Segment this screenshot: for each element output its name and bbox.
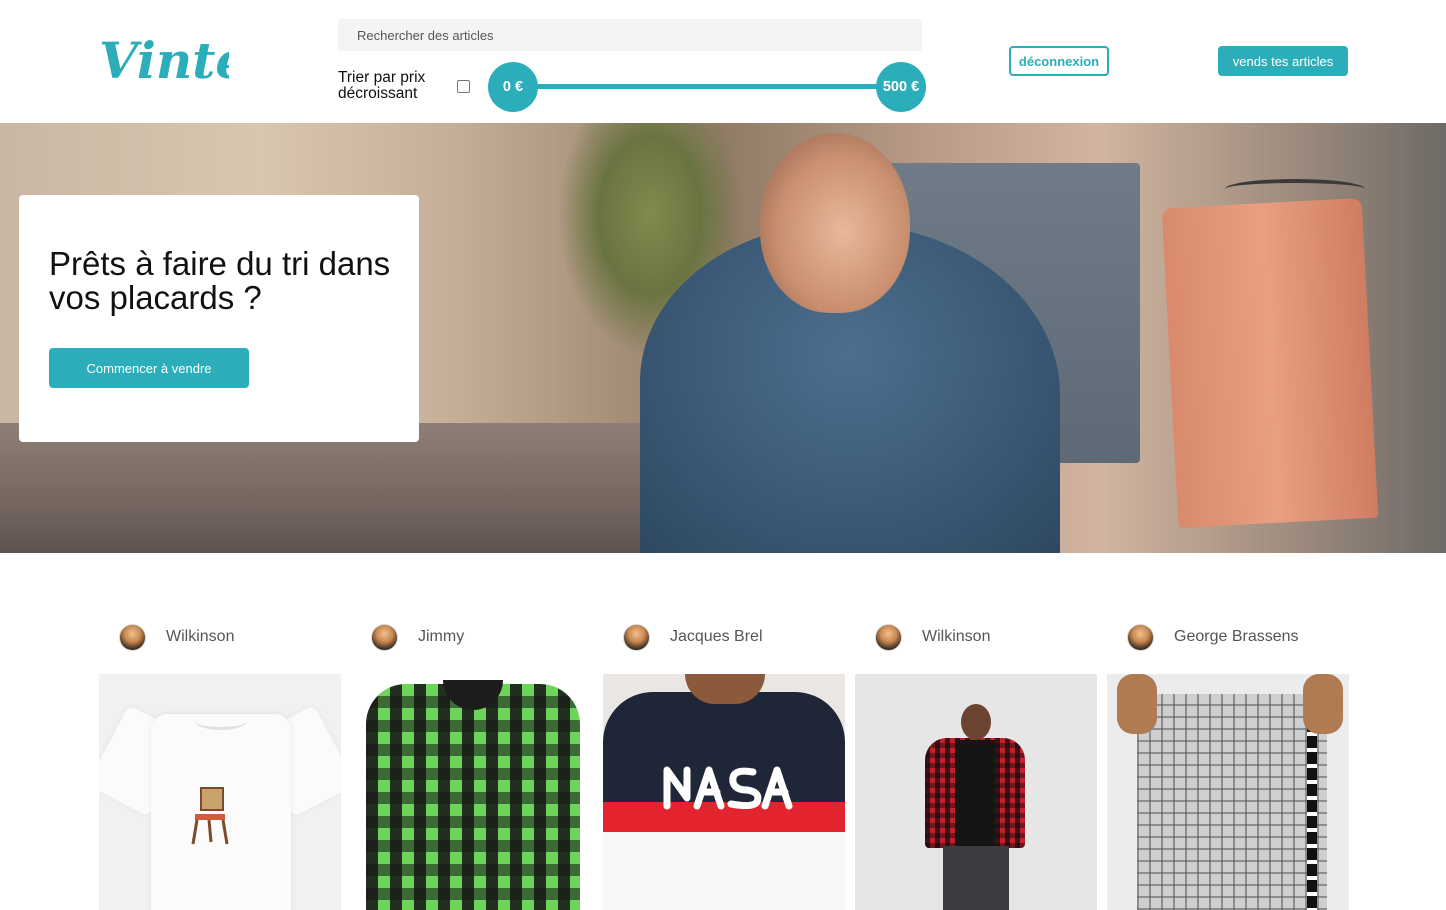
seller-info[interactable]: Jimmy — [371, 623, 464, 651]
seller-name[interactable]: Jimmy — [418, 628, 464, 646]
product-grid: Wilkinson Jimmy Jacques Brel Wilkinson G… — [99, 620, 1351, 910]
hero-banner: Prêts à faire du tri dans vos placards ?… — [0, 123, 1446, 553]
seller-info[interactable]: Wilkinson — [875, 623, 990, 651]
product-card[interactable]: Jimmy — [351, 620, 593, 910]
nasa-logo — [663, 766, 793, 810]
hand-left — [1117, 674, 1157, 734]
logo-text: Vinted — [99, 31, 229, 90]
hero-photo-hanger — [1225, 179, 1365, 199]
avatar[interactable] — [371, 623, 398, 651]
price-min-handle[interactable]: 0 € — [488, 62, 538, 112]
model-head — [961, 704, 991, 740]
hero-photo-head — [760, 133, 910, 313]
model-jeans — [943, 846, 1009, 910]
model-tee — [955, 740, 995, 850]
search-input[interactable] — [338, 19, 922, 51]
hand-right — [1303, 674, 1343, 734]
product-image[interactable] — [351, 674, 593, 910]
vinted-logo[interactable]: Vinted — [97, 26, 229, 90]
seller-info[interactable]: Wilkinson — [119, 623, 234, 651]
tee-collar — [195, 712, 247, 730]
flannel-shirt — [366, 684, 580, 910]
hero-title: Prêts à faire du tri dans vos placards ? — [49, 245, 391, 316]
price-range-track[interactable] — [512, 84, 902, 89]
price-min-label: 0 € — [502, 79, 524, 95]
nasa-white-band — [603, 832, 845, 910]
product-card[interactable]: Wilkinson — [99, 620, 341, 910]
hero-card: Prêts à faire du tri dans vos placards ?… — [19, 195, 419, 442]
avatar[interactable] — [623, 623, 650, 651]
seller-name[interactable]: George Brassens — [1174, 628, 1299, 646]
logout-button[interactable]: déconnexion — [1009, 46, 1109, 76]
product-image[interactable] — [855, 674, 1097, 910]
seller-name[interactable]: Jacques Brel — [670, 628, 763, 646]
sell-items-button[interactable]: vends tes articles — [1218, 46, 1348, 76]
avatar[interactable] — [119, 623, 146, 651]
sort-desc-checkbox[interactable] — [457, 80, 470, 93]
sort-desc-label: Trier par prix décroissant — [338, 69, 426, 102]
avatar[interactable] — [875, 623, 902, 651]
price-max-label: 500 € — [882, 79, 920, 95]
avatar[interactable] — [1127, 623, 1154, 651]
plaid-pants — [1137, 694, 1327, 910]
start-selling-button[interactable]: Commencer à vendre — [49, 348, 249, 388]
hero-photo-skirt — [1161, 197, 1379, 529]
header: Vinted Trier par prix décroissant 0 € 50… — [0, 0, 1446, 123]
price-max-handle[interactable]: 500 € — [876, 62, 926, 112]
product-card[interactable]: Jacques Brel — [603, 620, 845, 910]
seller-info[interactable]: George Brassens — [1127, 623, 1299, 651]
seller-name[interactable]: Wilkinson — [922, 628, 990, 646]
product-card[interactable]: Wilkinson — [855, 620, 1097, 910]
price-range-slider[interactable]: 0 € 500 € — [488, 61, 926, 113]
product-image[interactable] — [603, 674, 845, 910]
seller-name[interactable]: Wilkinson — [166, 628, 234, 646]
product-card[interactable]: George Brassens — [1107, 620, 1349, 910]
seller-info[interactable]: Jacques Brel — [623, 623, 763, 651]
chair-print — [191, 787, 229, 845]
product-image[interactable] — [99, 674, 341, 910]
product-image[interactable] — [1107, 674, 1349, 910]
